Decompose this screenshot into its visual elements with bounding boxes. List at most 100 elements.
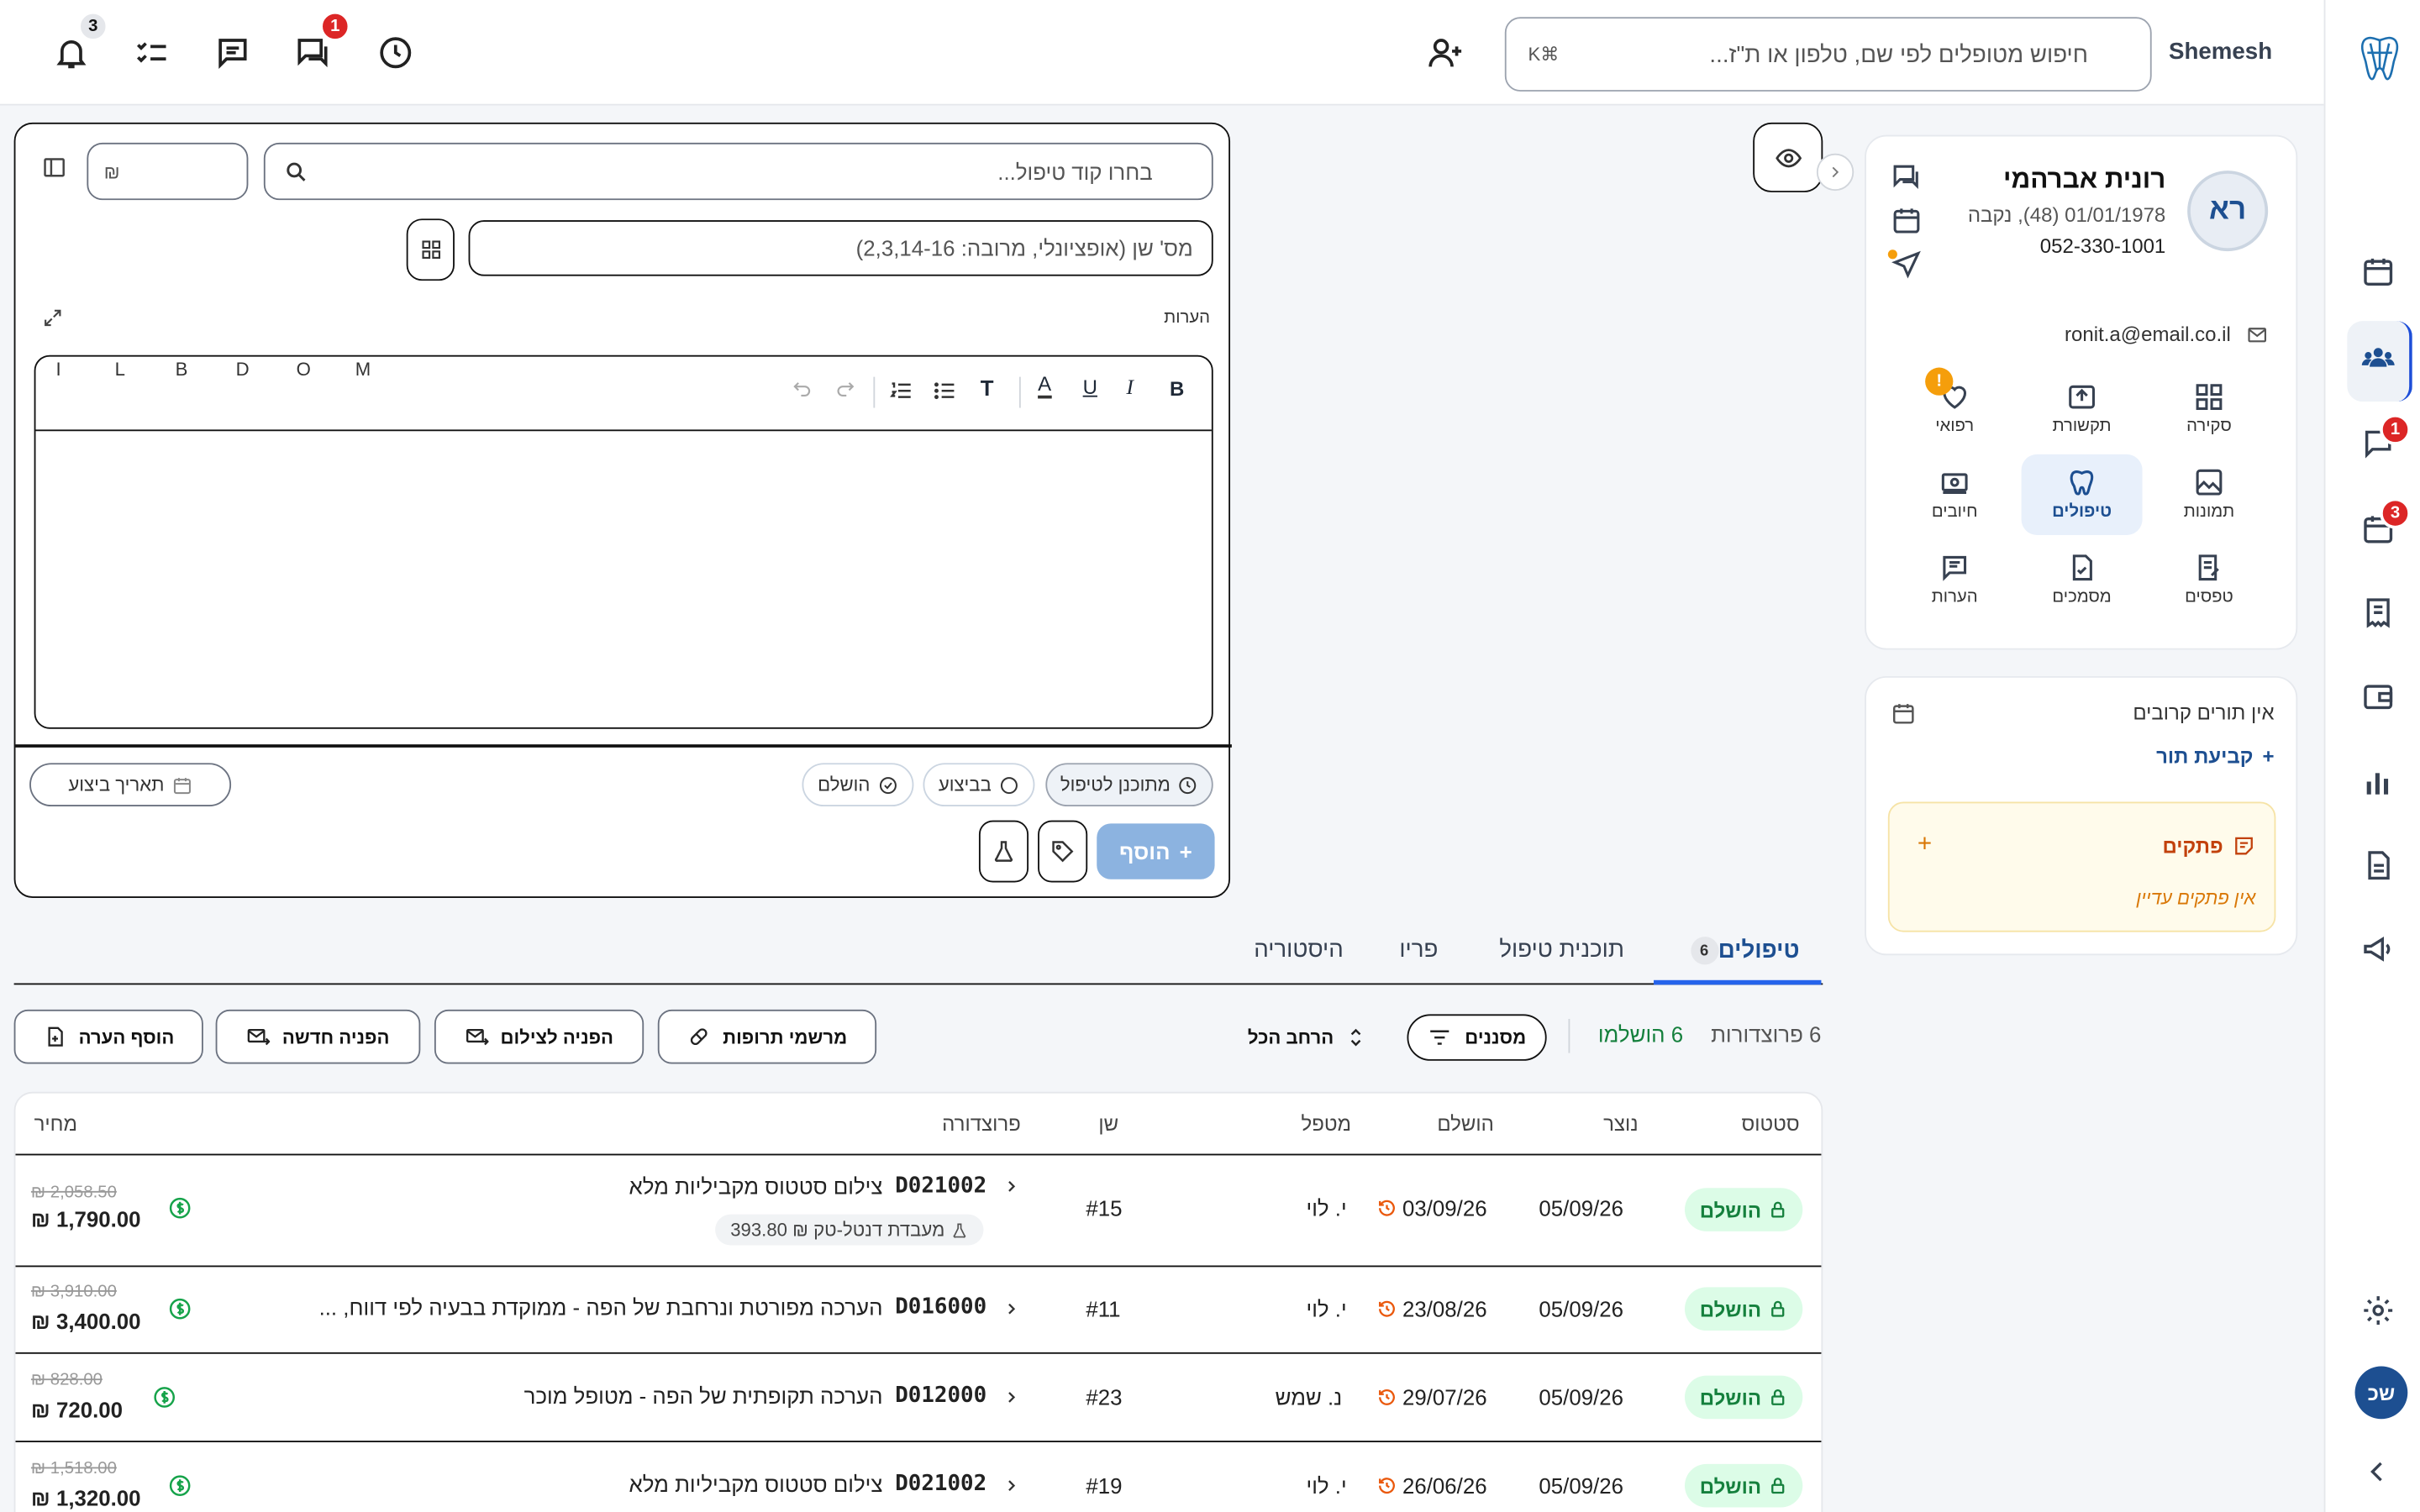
procedure-code: D012000	[895, 1383, 987, 1409]
tooth-chart-button[interactable]	[406, 218, 455, 281]
tile-medical[interactable]: רפואי	[1894, 369, 2015, 449]
procedure-cell: D021002 צילום סטטוס מקביליות מלא	[629, 1174, 986, 1200]
tile-treatments[interactable]: טיפולים	[2021, 454, 2143, 535]
row-expand-chevron-icon[interactable]	[1002, 1388, 1021, 1406]
procedure-cell: D021002 צילום סטטוס מקביליות מלא	[629, 1472, 986, 1497]
user-name[interactable]: Shemesh	[2169, 39, 2272, 65]
tabs-bar: טיפולים6 תוכנית טיפול פריו היסטוריה	[13, 922, 1823, 985]
history-clock-icon[interactable]	[377, 34, 414, 71]
price: ₪ 3,400.00	[30, 1309, 141, 1334]
chat-icon[interactable]	[214, 34, 251, 71]
add-procedure-form: ₪ בחרו קוד טיפול... I L B D O M מס' שן (…	[13, 122, 1232, 898]
execution-date-input[interactable]: תאריך ביצוע	[29, 763, 232, 807]
calendar-icon[interactable]	[2361, 255, 2396, 289]
table-row[interactable]: הושלם 05/09/26 03/09/26 י. לוי #15 D0210…	[15, 1153, 1822, 1264]
tile-billing[interactable]: חיובים	[1894, 454, 2015, 535]
tab-perio[interactable]: פריו	[1399, 937, 1438, 963]
tile-communication[interactable]: תקשורת	[2022, 369, 2143, 449]
reports-chart-icon[interactable]	[2361, 764, 2396, 799]
text-color-icon[interactable]: A	[1038, 373, 1052, 399]
status-in-progress-chip[interactable]: בביצוע	[923, 763, 1035, 807]
add-note-plus-icon[interactable]: +	[1918, 832, 1932, 859]
tooth-number-input[interactable]: מס' שן (אופציונלי, מרובה: 2,3,14-16)	[468, 220, 1213, 276]
medical-alert-badge: !	[1925, 367, 1954, 396]
tile-notes[interactable]: הערות	[1894, 539, 2015, 620]
lab-button[interactable]	[978, 820, 1029, 883]
rail-messages-badge: 1	[2380, 413, 2411, 445]
patient-search-input[interactable]: חיפוש מטופלים לפי שם, טלפון או ת"ז... K⌘	[1504, 17, 2152, 92]
table-row[interactable]: הושלם 05/09/26 29/07/26 נ. שמש #23 D0120…	[15, 1352, 1822, 1441]
text-style-icon[interactable]: T	[981, 375, 994, 401]
new-referral-button[interactable]: הפניה חדשה	[215, 1009, 421, 1064]
table-row[interactable]: הושלם 05/09/26 23/08/26 י. לוי #11 D0160…	[15, 1265, 1822, 1352]
numbered-list-icon[interactable]	[889, 378, 914, 403]
settings-gear-icon[interactable]	[2361, 1294, 2396, 1328]
tooth-number: #11	[1086, 1296, 1121, 1321]
collapse-rail-chevron-icon[interactable]	[2361, 1455, 2396, 1489]
status-done-chip[interactable]: הושלם	[802, 763, 914, 807]
tile-photos[interactable]: תמונות	[2149, 454, 2270, 535]
procedure-code: D021002	[895, 1472, 987, 1497]
col-provider: מטפל	[1301, 1111, 1352, 1136]
tile-forms[interactable]: טפסים	[2149, 539, 2270, 620]
tasks-icon[interactable]	[134, 34, 171, 71]
add-procedure-button[interactable]: הוסף +	[1097, 823, 1215, 879]
invoice-icon[interactable]	[2361, 596, 2396, 630]
expand-all-button[interactable]: הרחב הכל	[1234, 1010, 1380, 1064]
tab-treatment-plan[interactable]: תוכנית טיפול	[1499, 937, 1624, 963]
procedure-code-input[interactable]: בחרו קוד טיפול...	[263, 142, 1213, 201]
notes-empty-text: אין פתקים עדיין	[2136, 887, 2256, 909]
completed-count: 6 הושלמו	[1597, 1021, 1684, 1047]
patient-phone[interactable]: 052-330-1001	[2040, 234, 2165, 258]
eye-icon	[1775, 148, 1802, 167]
pill-icon	[690, 1028, 708, 1046]
billed-dollar-icon	[167, 1296, 192, 1321]
redo-icon[interactable]	[834, 378, 856, 400]
rich-text-editor[interactable]: B I U A T	[34, 354, 1213, 729]
patient-chat-icon[interactable]	[1891, 161, 1923, 192]
wallet-icon[interactable]	[2361, 680, 2396, 714]
row-expand-chevron-icon[interactable]	[1002, 1299, 1021, 1318]
sidebar-toggle-icon[interactable]	[42, 155, 67, 181]
tag-button[interactable]	[1038, 820, 1088, 883]
patient-dob: 01/01/1978 (48), נקבה	[1967, 202, 2166, 227]
tile-overview[interactable]: סקירה	[2149, 369, 2270, 449]
patient-avatar: רא	[2187, 171, 2269, 252]
billed-dollar-icon	[167, 1195, 192, 1221]
expand-editor-icon[interactable]	[42, 307, 64, 329]
patients-icon[interactable]	[2361, 341, 2396, 375]
preview-toggle-button[interactable]	[1753, 122, 1823, 192]
tooth-number: #15	[1086, 1195, 1123, 1221]
document-icon[interactable]	[2361, 848, 2396, 883]
tile-documents[interactable]: מסמכים	[2022, 539, 2143, 620]
add-note-button[interactable]: הוסף הערה	[13, 1009, 203, 1064]
row-expand-chevron-icon[interactable]	[1002, 1177, 1021, 1195]
underline-icon[interactable]: U	[1083, 375, 1097, 399]
status-planned-chip[interactable]: מתוכנן לטיפול	[1045, 763, 1213, 807]
imaging-referral-button[interactable]: הפניה לצילום	[434, 1009, 644, 1064]
prescriptions-button[interactable]: מרשמי תרופות	[657, 1009, 877, 1064]
tab-history[interactable]: היסטוריה	[1254, 937, 1344, 963]
patient-schedule-icon[interactable]	[1891, 205, 1923, 236]
billed-dollar-icon	[152, 1385, 177, 1410]
send-indicator-dot	[1887, 249, 1897, 260]
add-patient-icon[interactable]	[1428, 34, 1465, 71]
table-row[interactable]: הושלם 05/09/26 26/06/26 י. לוי #19 D0210…	[15, 1441, 1822, 1512]
price-input[interactable]: ₪	[87, 142, 249, 201]
megaphone-icon[interactable]	[2361, 932, 2396, 967]
bullet-list-icon[interactable]	[933, 378, 958, 403]
tooth-number: #19	[1086, 1473, 1123, 1499]
original-price: ₪ 2,058.50	[30, 1183, 117, 1202]
patient-email[interactable]: ronit.a@email.co.il	[2065, 323, 2231, 346]
italic-icon[interactable]: I	[1126, 377, 1134, 402]
procedure-code: D016000	[895, 1294, 987, 1320]
collapse-panel-button[interactable]	[1816, 153, 1854, 192]
tab-treatments[interactable]: טיפולים6	[1681, 937, 1800, 965]
bold-icon[interactable]: B	[1170, 377, 1184, 401]
filters-button[interactable]: מסננים	[1407, 1014, 1547, 1061]
user-avatar[interactable]: שכ	[2354, 1366, 2408, 1420]
undo-icon[interactable]	[792, 378, 813, 400]
schedule-appointment-link[interactable]: + קביעת תור	[2156, 744, 2274, 768]
row-expand-chevron-icon[interactable]	[1002, 1477, 1021, 1495]
procedures-count: 6 פרוצדורות	[1711, 1021, 1822, 1047]
